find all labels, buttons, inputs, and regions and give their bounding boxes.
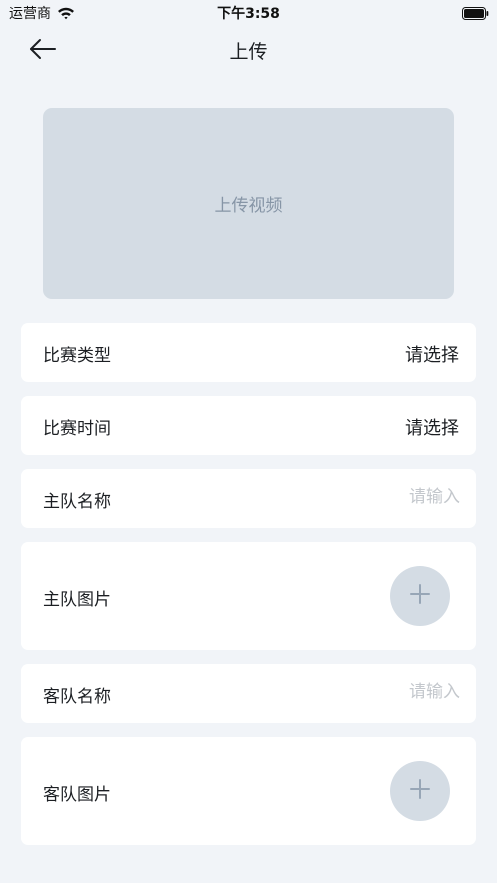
status-time: 下午3:58 xyxy=(217,6,280,22)
match-time-label: 比赛时间 xyxy=(43,419,111,439)
away-team-image-add-button[interactable] xyxy=(390,761,450,821)
away-team-image-label: 客队图片 xyxy=(43,785,111,805)
home-team-image-label: 主队图片 xyxy=(43,590,111,610)
match-time-select[interactable]: 请选择 xyxy=(405,414,459,440)
page-title: 上传 xyxy=(229,41,268,63)
home-team-name-label: 主队名称 xyxy=(43,492,111,512)
match-type-row[interactable]: 比赛类型 请选择 xyxy=(21,323,476,382)
upload-video-label: 上传视频 xyxy=(214,196,283,216)
battery-full-icon xyxy=(462,5,489,20)
plus-icon xyxy=(409,778,431,804)
away-team-image-row: 客队图片 xyxy=(21,737,476,845)
home-team-name-input[interactable] xyxy=(310,487,460,507)
upload-video-button[interactable]: 上传视频 xyxy=(43,108,454,299)
match-type-select[interactable]: 请选择 xyxy=(405,341,459,367)
nav-bar: 上传 xyxy=(0,26,497,76)
away-team-name-input[interactable] xyxy=(310,682,460,702)
home-team-image-add-button[interactable] xyxy=(390,566,450,626)
home-team-image-row: 主队图片 xyxy=(21,542,476,650)
plus-icon xyxy=(409,583,431,609)
away-team-name-row: 客队名称 xyxy=(21,664,476,723)
home-team-name-row: 主队名称 xyxy=(21,469,476,528)
match-time-row[interactable]: 比赛时间 请选择 xyxy=(21,396,476,455)
match-type-label: 比赛类型 xyxy=(43,346,111,366)
status-bar: 运营商 下午3:58 xyxy=(0,0,497,26)
away-team-name-label: 客队名称 xyxy=(43,687,111,707)
